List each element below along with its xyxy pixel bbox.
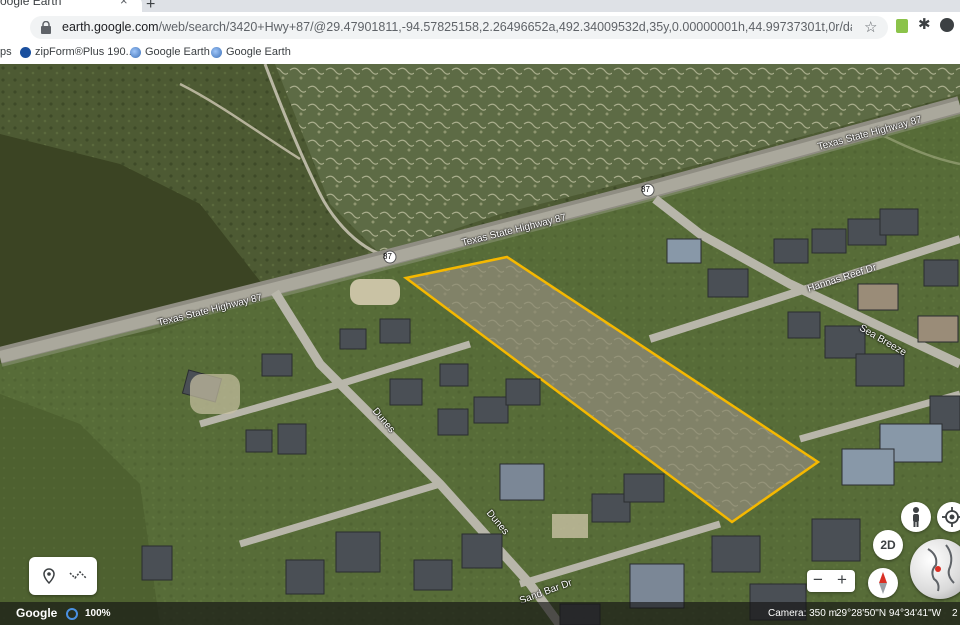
bookmark-zipform[interactable]: zipForm®Plus 190... [20,46,135,58]
extension-icon[interactable] [896,19,908,33]
map-tools-control [29,557,97,595]
measure-path-icon[interactable] [69,569,87,581]
satellite-imagery[interactable] [0,64,960,625]
status-edge-text: 2 [952,608,958,619]
bookmark-label: zipForm®Plus 190... [35,46,135,58]
url-host: earth.google.com [62,20,159,34]
globe-icon [130,46,141,58]
zoom-control: − + [807,570,855,592]
url-text: earth.google.com/web/search/3420+Hwy+87/… [62,20,852,34]
my-location-icon[interactable] [937,502,960,532]
bookmark-google-earth-1[interactable]: Google Earth [130,46,210,58]
zoom-in-button[interactable]: + [837,570,847,590]
browser-toolbar: earth.google.com/web/search/3420+Hwy+87/… [0,12,960,42]
account-icon[interactable] [940,18,954,32]
lock-icon[interactable] [40,21,52,34]
url-path: /web/search/3420+Hwy+87/@29.47901811,-94… [158,20,852,34]
shield-label-87-east: 87 [641,185,650,194]
shield-label-87-west: 87 [383,252,392,261]
camera-altitude: Camera: 350 m [768,608,837,619]
compass-icon[interactable] [868,568,898,598]
bookmark-label: Google Earth [226,46,291,58]
bookmark-label: ps [0,46,12,58]
pegman-icon[interactable] [901,502,931,532]
bookmark-label: Google Earth [145,46,210,58]
toggle-2d-button[interactable]: 2D [873,530,903,560]
tab-strip: oogle Earth × + [0,0,960,13]
location-pin-icon[interactable] [43,568,55,584]
globe-icon [211,46,222,58]
tab-google-earth[interactable]: oogle Earth × [0,0,142,12]
map-viewport[interactable]: Texas State Highway 87 Texas State Highw… [0,64,960,625]
bookmark-google-earth-2[interactable]: Google Earth [211,46,291,58]
bookmarks-bar: ps zipForm®Plus 190... Google Earth Goog… [0,42,960,65]
close-tab-icon[interactable]: × [120,0,128,8]
coordinates-readout: 29°28'50"N 94°34'41"W [836,608,942,619]
zipform-icon [20,46,31,58]
google-logo: Google [16,606,58,620]
load-percent: 100% [85,608,111,619]
tab-title: oogle Earth [0,0,62,8]
bookmark-star-icon[interactable]: ☆ [864,18,877,36]
address-bar[interactable]: earth.google.com/web/search/3420+Hwy+87/… [30,16,888,39]
zoom-out-button[interactable]: − [813,570,823,590]
loading-indicator-icon [66,608,78,620]
bookmark-apps[interactable]: ps [0,46,12,58]
status-bar: Google 100% Camera: 350 m 29°28'50"N 94°… [0,602,960,625]
puzzle-icon[interactable]: ✱ [918,15,931,33]
